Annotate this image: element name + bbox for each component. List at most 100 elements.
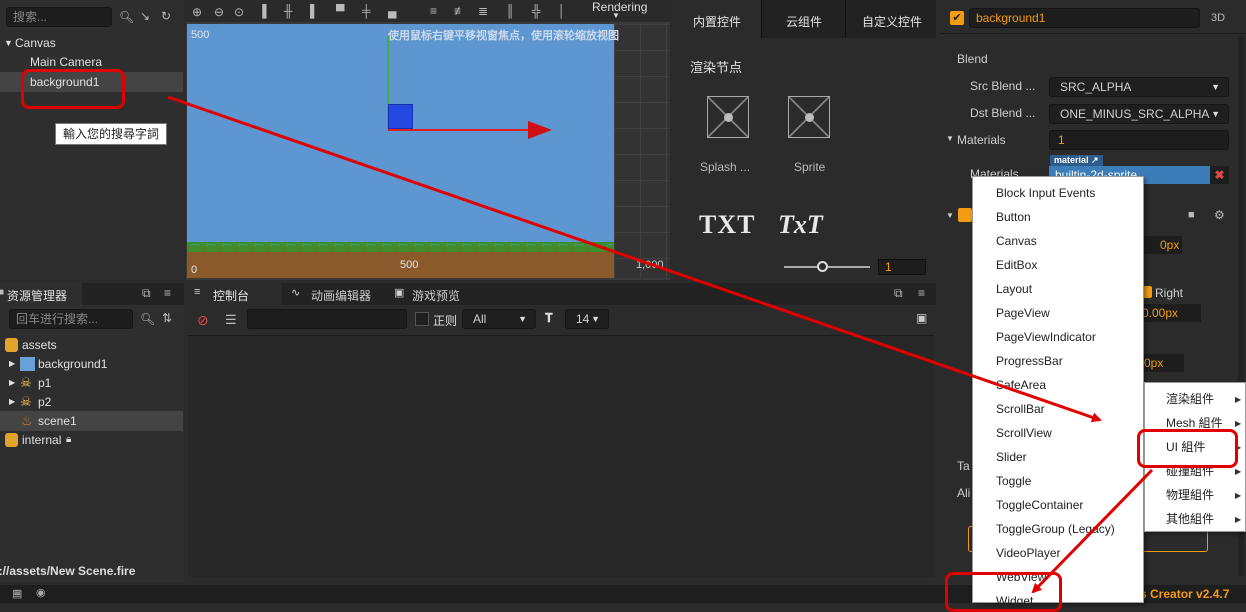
gizmo-x-axis[interactable]	[388, 129, 530, 131]
menu-item-scrollview[interactable]: ScrollView	[996, 425, 1052, 441]
dst-blend-select[interactable]: ONE_MINUS_SRC_ALPHA ▼	[1049, 104, 1229, 124]
tab-builtin-widgets[interactable]: 内置控件	[672, 0, 762, 38]
distribute-left-icon[interactable]: ║	[506, 4, 515, 18]
widget-splash[interactable]: Splash ...	[700, 96, 760, 176]
regex-checkbox[interactable]	[415, 312, 429, 326]
tab-animation-editor[interactable]: ∿ 动画编辑器	[286, 283, 386, 305]
maximize-icon[interactable]: ⧉	[142, 286, 151, 300]
distribute-bottom-icon[interactable]: ≣	[478, 4, 488, 18]
tab-console[interactable]: ≡ 控制台	[186, 283, 282, 305]
expand-arrow-icon[interactable]: ▼	[946, 211, 954, 220]
materials-count-input[interactable]: 1	[1049, 130, 1229, 150]
eye-icon[interactable]: ◉	[36, 586, 46, 599]
distribute-right-icon[interactable]: │	[558, 4, 566, 18]
menu-item-scrollbar[interactable]: ScrollBar	[996, 401, 1045, 417]
component-enabled-checkbox[interactable]	[958, 208, 972, 222]
asset-root-internal[interactable]: internal 🔒︎	[0, 430, 183, 450]
console-filter-input[interactable]	[247, 309, 407, 329]
console-panel: ≡ 控制台 ∿ 动画编辑器 ▣ 游戏预览 ⧉ ≡ ⊘ ☰ 正则 All ▼ 𝐓 1…	[186, 283, 936, 581]
asset-root-assets[interactable]: assets	[0, 335, 183, 355]
tab-custom-widgets[interactable]: 自定义控件	[846, 0, 936, 38]
zoom-in-icon[interactable]: ⊕	[192, 5, 202, 19]
search-icon[interactable]: 🔍︎	[140, 312, 155, 326]
menu-item-toggle[interactable]: Toggle	[996, 473, 1031, 489]
tree-root-canvas[interactable]: ▼ Canvas	[0, 33, 183, 53]
align-top-icon[interactable]: ▀	[336, 4, 345, 18]
tab-cloud-components[interactable]: 云组件	[762, 0, 846, 38]
assets-search-input[interactable]: 回车进行搜索...	[9, 309, 133, 329]
menu-item-editbox[interactable]: EditBox	[996, 257, 1037, 273]
refresh-icon[interactable]: ↻	[161, 9, 171, 23]
expand-arrow-icon[interactable]: ▼	[946, 134, 954, 143]
align-right-icon[interactable]: ▌	[310, 4, 319, 18]
menu-item-pageviewindicator[interactable]: PageViewIndicator	[996, 329, 1096, 345]
menu-item-progressbar[interactable]: ProgressBar	[996, 353, 1063, 369]
slider-thumb[interactable]	[817, 261, 828, 272]
asset-item-background1[interactable]: ▶ background1	[0, 354, 183, 374]
scene-canvas[interactable]	[187, 24, 614, 278]
widget-label-txt[interactable]: TXT	[699, 210, 755, 240]
database-icon[interactable]: ≡	[14, 587, 20, 599]
menu-item-pageview[interactable]: PageView	[996, 305, 1050, 321]
menu-icon[interactable]: ≡	[164, 286, 171, 300]
gear-icon[interactable]: ⚙	[1214, 208, 1225, 222]
db-icon	[5, 433, 18, 447]
menu-item-videoplayer[interactable]: VideoPlayer	[996, 545, 1061, 561]
align-mode-label: Ali	[957, 486, 971, 500]
submenu-item-other-components[interactable]: 其他組件	[1166, 511, 1214, 527]
widget-sprite[interactable]: Sprite	[784, 96, 844, 176]
distribute-center-icon[interactable]: ╬	[532, 4, 541, 18]
mode-3d-label[interactable]: 3D	[1211, 12, 1225, 24]
rendering-dropdown[interactable]: Rendering ▼	[590, 0, 660, 22]
align-left-icon[interactable]: ▐	[258, 4, 267, 18]
maximize-icon[interactable]: ⧉	[894, 286, 903, 300]
submenu-item-render-components[interactable]: 渲染組件	[1166, 391, 1214, 407]
font-size-select[interactable]: 14 ▼	[565, 309, 609, 329]
search-icon[interactable]: 🔍︎	[119, 10, 134, 24]
menu-item-button[interactable]: Button	[996, 209, 1031, 225]
tab-label: 游戏预览	[412, 289, 461, 303]
menu-item-block-input-events[interactable]: Block Input Events	[996, 185, 1095, 201]
asset-item-scene1[interactable]: ♨ scene1	[0, 411, 183, 431]
node-enabled-checkbox[interactable]: ✔	[950, 11, 964, 25]
asset-item-p1[interactable]: ▶ ☠ p1	[0, 373, 183, 393]
submenu-item-physics-components[interactable]: 物理組件	[1166, 487, 1214, 503]
distribute-middle-icon[interactable]: ≢	[454, 4, 466, 18]
zoom-input[interactable]: 1	[878, 259, 926, 275]
file-icon[interactable]: ☰	[225, 312, 237, 328]
align-center-icon[interactable]: ╫	[284, 4, 293, 18]
align-middle-icon[interactable]: ╪	[362, 4, 371, 18]
distribute-top-icon[interactable]: ≡	[430, 4, 437, 18]
tab-game-preview[interactable]: ▣ 游戏预览	[390, 283, 486, 305]
select-value: SRC_ALPHA	[1060, 80, 1132, 94]
assets-tab[interactable]: ■ 资源管理器	[0, 283, 82, 305]
menu-item-togglegroup-legacy[interactable]: ToggleGroup (Legacy)	[996, 521, 1115, 537]
annotation-box-ui-components	[1137, 429, 1238, 468]
regex-label: 正则	[433, 314, 458, 328]
menu-item-layout[interactable]: Layout	[996, 281, 1032, 297]
menu-item-slider[interactable]: Slider	[996, 449, 1027, 465]
hierarchy-search-input[interactable]: 搜索...	[6, 7, 112, 27]
align-bottom-icon[interactable]: ▄	[388, 4, 397, 18]
remove-material-button[interactable]: ✖	[1210, 166, 1229, 184]
menu-item-togglecontainer[interactable]: ToggleContainer	[996, 497, 1083, 513]
src-blend-select[interactable]: SRC_ALPHA ▼	[1049, 77, 1229, 97]
log-level-select[interactable]: All ▼	[462, 309, 536, 329]
node-name-input[interactable]: background1	[969, 8, 1200, 28]
widget-richtext-txt[interactable]: TxT	[778, 210, 823, 240]
menu-item-canvas[interactable]: Canvas	[996, 233, 1037, 249]
gizmo-x-arrow-icon[interactable]	[528, 121, 552, 139]
zoom-reset-icon[interactable]: ⊙	[234, 5, 244, 19]
asset-item-p2[interactable]: ▶ ☠ p2	[0, 392, 183, 412]
tree-label: scene1	[38, 414, 77, 428]
collapse-icon[interactable]: ↘	[140, 9, 150, 23]
clear-console-icon[interactable]: ⊘	[197, 312, 209, 329]
collapse-panel-icon[interactable]: ▣	[916, 311, 927, 325]
zoom-out-icon[interactable]: ⊖	[214, 5, 224, 19]
menu-icon[interactable]: ≡	[918, 286, 925, 300]
sort-icon[interactable]: ⇅	[162, 311, 172, 325]
zoom-slider[interactable]	[784, 261, 870, 272]
gizmo-center-square[interactable]	[388, 104, 413, 129]
book-icon[interactable]: ■	[1188, 209, 1195, 221]
menu-item-safearea[interactable]: SafeArea	[996, 377, 1046, 393]
